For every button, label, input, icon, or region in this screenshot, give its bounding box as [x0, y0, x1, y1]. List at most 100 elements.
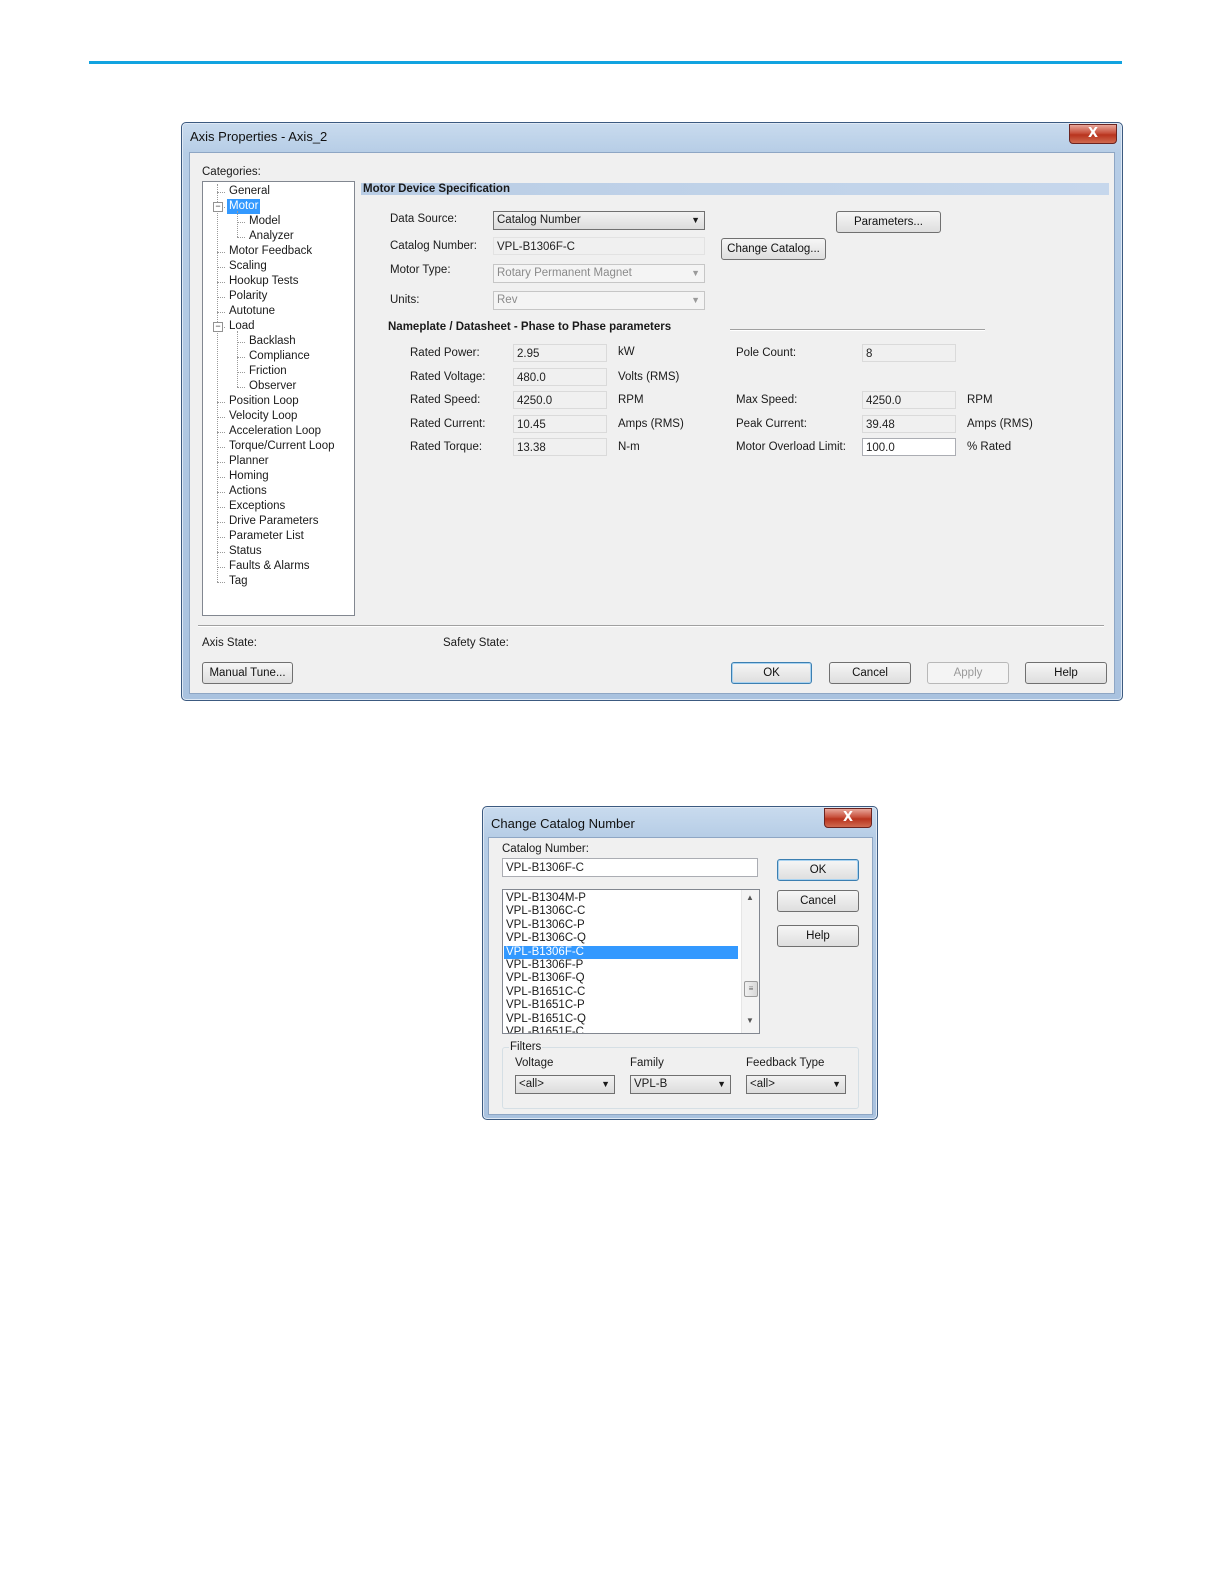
tree-item-tag[interactable]: Tag	[227, 574, 250, 589]
data-source-value: Catalog Number	[497, 214, 581, 226]
tree-connector	[217, 282, 225, 283]
list-item[interactable]: VPL-B1306F-C	[504, 945, 738, 959]
tree-item-status[interactable]: Status	[227, 544, 264, 559]
filters-label: Filters	[509, 1041, 543, 1053]
help-button[interactable]: Help	[777, 925, 859, 947]
scroll-thumb[interactable]: ≡	[744, 981, 758, 997]
tree-item-planner[interactable]: Planner	[227, 454, 271, 469]
voltage-combo[interactable]: <all> ▼	[515, 1075, 615, 1094]
tree-item-analyzer[interactable]: Analyzer	[247, 229, 296, 244]
feedback-type-combo[interactable]: <all> ▼	[746, 1075, 846, 1094]
close-button[interactable]: X	[1069, 124, 1117, 144]
rated-torque-field: 13.38	[513, 438, 607, 456]
data-source-combo[interactable]: Catalog Number ▼	[493, 211, 705, 230]
tree-connector	[217, 312, 225, 313]
tree-item-general[interactable]: General	[227, 184, 272, 199]
tree-connector	[237, 222, 245, 223]
tree-item-torque-current-loop[interactable]: Torque/Current Loop	[227, 439, 336, 454]
tree-item-acceleration-loop[interactable]: Acceleration Loop	[227, 424, 323, 439]
list-item[interactable]: VPL-B1651C-P	[504, 999, 738, 1012]
ok-button[interactable]: OK	[777, 859, 859, 881]
tree-connector	[217, 402, 225, 403]
motor-type-combo: Rotary Permanent Magnet ▼	[493, 264, 705, 283]
peak-current-field: 39.48	[862, 415, 956, 433]
tree-item-exceptions[interactable]: Exceptions	[227, 499, 287, 514]
dropdown-arrow-icon: ▼	[691, 215, 700, 225]
list-item[interactable]: VPL-B1651C-Q	[504, 1013, 738, 1026]
cancel-button[interactable]: Cancel	[777, 890, 859, 912]
rated-voltage-unit: Volts (RMS)	[618, 371, 680, 383]
collapse-icon[interactable]: −	[213, 202, 223, 212]
nameplate-heading: Nameplate / Datasheet - Phase to Phase p…	[388, 321, 672, 333]
units-combo: Rev ▼	[493, 291, 705, 310]
change-catalog-window: Change Catalog Number X Catalog Number: …	[482, 806, 878, 1120]
motor-overload-limit-label: Motor Overload Limit:	[736, 441, 846, 453]
ok-button[interactable]: OK	[731, 662, 812, 684]
list-item[interactable]: VPL-B1306C-P	[504, 919, 738, 932]
catalog-listbox[interactable]: ▲ ≡ ▼ VPL-B1304M-P VPL-B1306C-C VPL-B1306C…	[502, 889, 760, 1034]
tree-item-model[interactable]: Model	[247, 214, 282, 229]
units-value: Rev	[497, 294, 518, 306]
list-item[interactable]: VPL-B1651F-C	[504, 1026, 738, 1033]
tree-connector	[217, 432, 225, 433]
close-button[interactable]: X	[824, 808, 872, 828]
cancel-button[interactable]: Cancel	[829, 662, 911, 684]
tree-connector	[217, 462, 225, 463]
tree-item-friction[interactable]: Friction	[247, 364, 289, 379]
tree-connector	[217, 447, 225, 448]
change-catalog-button[interactable]: Change Catalog...	[721, 238, 826, 260]
motor-overload-limit-unit: % Rated	[967, 441, 1012, 453]
parameters-button[interactable]: Parameters...	[836, 211, 941, 233]
rated-current-field: 10.45	[513, 415, 607, 433]
list-item[interactable]: VPL-B1651C-C	[504, 986, 738, 999]
tree-connector	[217, 522, 225, 523]
tree-connector	[217, 477, 225, 478]
list-item[interactable]: VPL-B1304M-P	[504, 892, 738, 905]
max-speed-label: Max Speed:	[736, 394, 798, 406]
scroll-down-arrow-icon[interactable]: ▼	[746, 1016, 754, 1025]
list-item[interactable]: VPL-B1306C-Q	[504, 932, 738, 945]
tree-spine	[217, 184, 218, 582]
tree-connector	[217, 567, 225, 568]
nameplate-divider	[730, 329, 985, 331]
catalog-number-input[interactable]: VPL-B1306F-C	[502, 858, 758, 877]
tree-item-motor-feedback[interactable]: Motor Feedback	[227, 244, 314, 259]
tree-item-homing[interactable]: Homing	[227, 469, 271, 484]
scroll-up-arrow-icon[interactable]: ▲	[746, 893, 754, 902]
list-item[interactable]: VPL-B1306C-C	[504, 905, 738, 918]
tree-item-faults-alarms[interactable]: Faults & Alarms	[227, 559, 312, 574]
page-top-rule	[89, 61, 1122, 64]
list-scrollbar[interactable]: ▲ ≡ ▼	[741, 890, 759, 1033]
collapse-icon[interactable]: −	[213, 322, 223, 332]
tree-item-backlash[interactable]: Backlash	[247, 334, 298, 349]
manual-tune-button[interactable]: Manual Tune...	[202, 662, 293, 684]
help-button[interactable]: Help	[1025, 662, 1107, 684]
tree-item-motor[interactable]: Motor	[227, 199, 261, 214]
tree-connector	[217, 552, 225, 553]
tree-item-polarity[interactable]: Polarity	[227, 289, 269, 304]
categories-tree[interactable]: General Motor Model Analyzer Motor Feedback S…	[202, 181, 355, 616]
voltage-label: Voltage	[515, 1057, 554, 1069]
tree-item-observer[interactable]: Observer	[247, 379, 298, 394]
rated-current-unit: Amps (RMS)	[618, 418, 684, 430]
tree-item-scaling[interactable]: Scaling	[227, 259, 269, 274]
safety-state-label: Safety State:	[443, 637, 509, 649]
tree-item-load[interactable]: Load	[227, 319, 257, 334]
categories-label: Categories:	[202, 166, 261, 178]
tree-item-autotune[interactable]: Autotune	[227, 304, 277, 319]
axis-properties-window: Axis Properties - Axis_2 X Categories: G…	[181, 122, 1123, 701]
tree-connector	[237, 372, 245, 373]
tree-item-parameter-list[interactable]: Parameter List	[227, 529, 306, 544]
rated-power-label: Rated Power:	[410, 347, 480, 359]
list-item[interactable]: VPL-B1306F-P	[504, 959, 738, 972]
motor-overload-limit-input[interactable]: 100.0	[862, 438, 956, 456]
tree-item-position-loop[interactable]: Position Loop	[227, 394, 301, 409]
tree-item-velocity-loop[interactable]: Velocity Loop	[227, 409, 299, 424]
list-item[interactable]: VPL-B1306F-Q	[504, 972, 738, 985]
tree-item-actions[interactable]: Actions	[227, 484, 269, 499]
tree-item-compliance[interactable]: Compliance	[247, 349, 312, 364]
family-combo[interactable]: VPL-B ▼	[630, 1075, 731, 1094]
feedback-type-value: <all>	[750, 1078, 775, 1090]
tree-item-hookup-tests[interactable]: Hookup Tests	[227, 274, 300, 289]
tree-item-drive-parameters[interactable]: Drive Parameters	[227, 514, 320, 529]
